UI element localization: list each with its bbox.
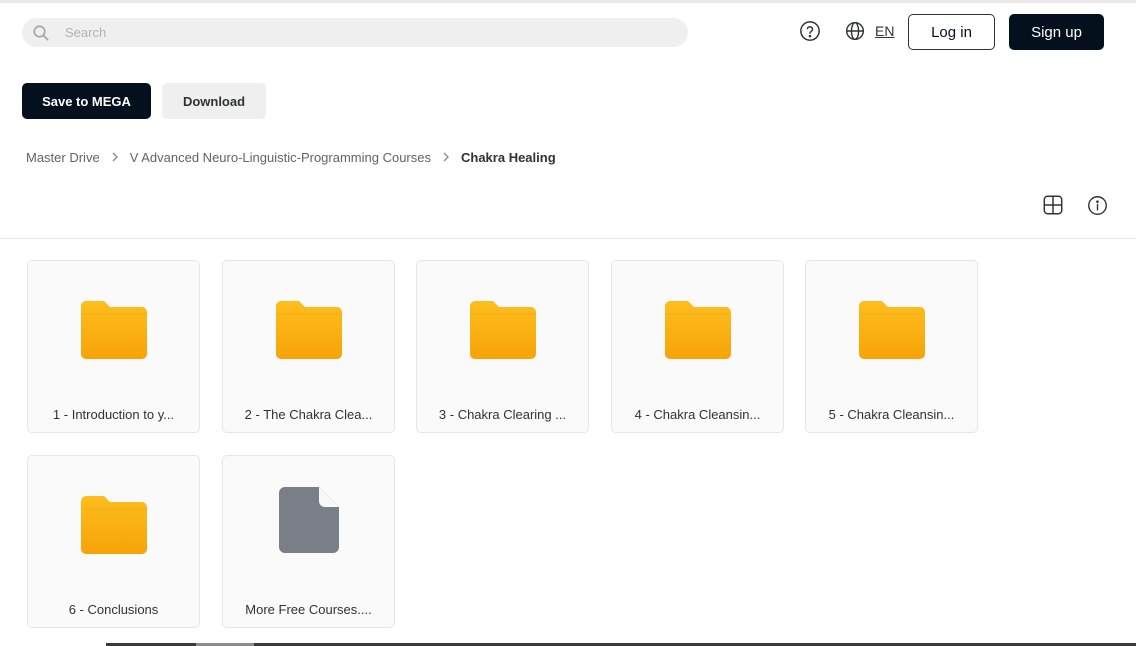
- breadcrumb-item-root[interactable]: Master Drive: [26, 150, 100, 165]
- chevron-right-icon: [442, 152, 450, 162]
- language-selector[interactable]: EN: [845, 20, 894, 42]
- save-to-mega-button[interactable]: Save to MEGA: [22, 83, 151, 119]
- search-bar[interactable]: [22, 18, 688, 47]
- help-button[interactable]: [799, 20, 821, 42]
- search-icon: [33, 24, 49, 41]
- search-input[interactable]: [65, 25, 625, 40]
- item-name: 1 - Introduction to y...: [52, 407, 175, 422]
- item-name: 6 - Conclusions: [68, 602, 159, 617]
- login-button[interactable]: Log in: [908, 14, 995, 50]
- file-icon: [278, 487, 339, 553]
- folder-card[interactable]: 3 - Chakra Clearing ...: [416, 260, 589, 433]
- folder-card[interactable]: 4 - Chakra Cleansin...: [611, 260, 784, 433]
- item-name: 4 - Chakra Cleansin...: [634, 407, 761, 422]
- language-code[interactable]: EN: [875, 23, 894, 39]
- top-border: [0, 0, 1136, 3]
- folder-card[interactable]: 1 - Introduction to y...: [27, 260, 200, 433]
- divider: [0, 238, 1136, 239]
- signup-button[interactable]: Sign up: [1009, 14, 1104, 50]
- item-name: 2 - The Chakra Clea...: [244, 407, 373, 422]
- grid-view-icon: [1043, 195, 1063, 215]
- folder-card[interactable]: 5 - Chakra Cleansin...: [805, 260, 978, 433]
- folder-icon: [80, 496, 147, 554]
- folder-icon: [858, 301, 925, 359]
- breadcrumb-item-parent[interactable]: V Advanced Neuro-Linguistic-Programming …: [130, 150, 431, 165]
- folder-icon: [664, 301, 731, 359]
- item-name: 5 - Chakra Cleansin...: [828, 407, 955, 422]
- info-icon: [1087, 195, 1107, 215]
- grid-view-button[interactable]: [1042, 194, 1064, 216]
- help-icon: [800, 21, 820, 41]
- item-name: 3 - Chakra Clearing ...: [438, 407, 567, 422]
- download-button[interactable]: Download: [162, 83, 266, 119]
- folder-card[interactable]: 2 - The Chakra Clea...: [222, 260, 395, 433]
- breadcrumb-item-current: Chakra Healing: [461, 149, 556, 165]
- file-card[interactable]: More Free Courses....: [222, 455, 395, 628]
- globe-icon: [845, 21, 865, 41]
- folder-icon: [275, 301, 342, 359]
- folder-icon: [469, 301, 536, 359]
- breadcrumb: Master Drive V Advanced Neuro-Linguistic…: [26, 148, 556, 166]
- folder-icon: [80, 301, 147, 359]
- info-button[interactable]: [1086, 194, 1108, 216]
- folder-card[interactable]: 6 - Conclusions: [27, 455, 200, 628]
- chevron-right-icon: [111, 152, 119, 162]
- item-name: More Free Courses....: [245, 602, 372, 617]
